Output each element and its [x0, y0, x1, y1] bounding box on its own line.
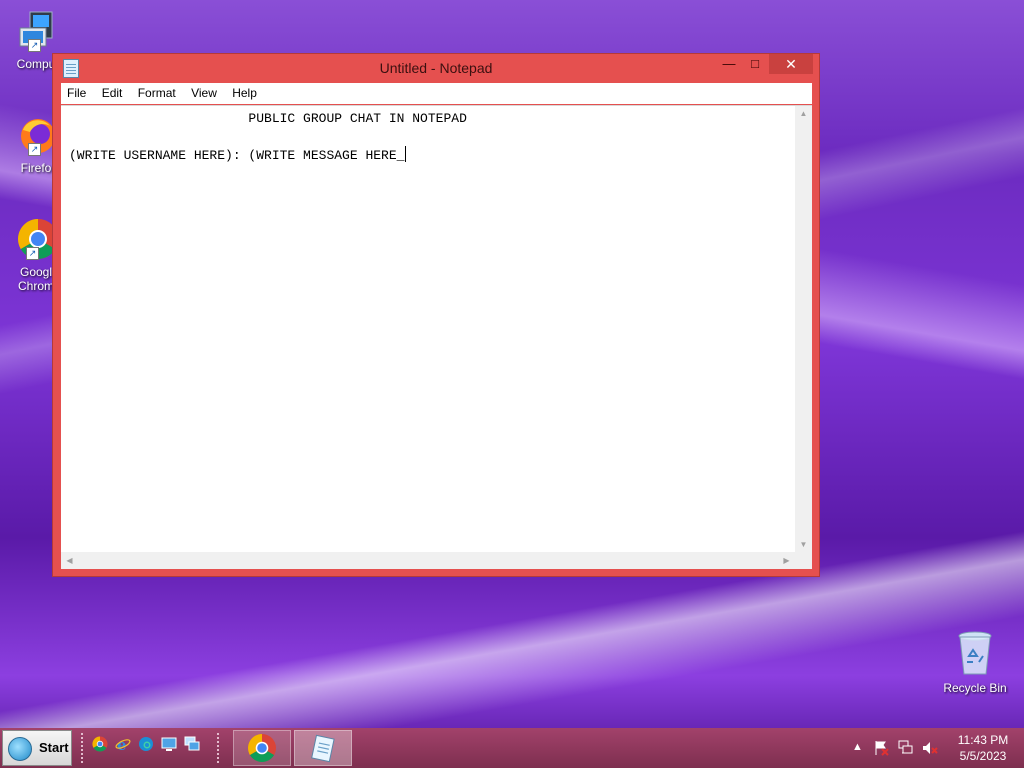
menu-help[interactable]: Help	[226, 83, 263, 100]
show-desktop-icon[interactable]	[161, 736, 177, 752]
volume-muted-icon[interactable]	[922, 740, 938, 756]
shortcut-arrow-icon: ↗	[28, 143, 41, 156]
window-title: Untitled - Notepad	[379, 60, 493, 76]
firefox-icon: ↗	[16, 114, 56, 158]
text-line: (WRITE USERNAME HERE): (WRITE MESSAGE HE…	[69, 148, 405, 163]
desktop-icon-label: Firefo	[20, 161, 52, 175]
start-orb-icon	[8, 737, 32, 761]
taskbar-button-notepad[interactable]	[294, 730, 352, 766]
scroll-left-icon[interactable]: ◀	[61, 556, 78, 565]
internet-explorer-icon[interactable]: e	[115, 736, 131, 752]
recycle-bin-icon	[955, 630, 995, 678]
toolbar-grip[interactable]	[80, 732, 84, 764]
text-line	[69, 128, 467, 146]
maximize-button[interactable]: □	[742, 54, 768, 74]
scrollbar-corner	[795, 552, 812, 569]
menu-edit[interactable]: Edit	[96, 83, 129, 100]
horizontal-scrollbar[interactable]: ◀ ▶	[61, 552, 795, 569]
shortcut-arrow-icon: ↗	[28, 39, 41, 52]
desktop-icon-label: Compu	[16, 57, 56, 71]
minimize-button[interactable]: —	[716, 54, 742, 74]
scroll-down-icon[interactable]: ▼	[795, 540, 812, 549]
switch-windows-icon[interactable]	[184, 736, 200, 752]
action-center-icon[interactable]	[873, 740, 889, 756]
taskbar: Start e ▲ 11:43 PM 5/5/2023	[0, 728, 1024, 768]
menu-view[interactable]: View	[185, 83, 223, 100]
vertical-scrollbar[interactable]: ▲ ▼	[795, 106, 812, 552]
scroll-right-icon[interactable]: ▶	[778, 556, 795, 565]
shortcut-arrow-icon: ↗	[26, 247, 39, 260]
clock[interactable]: 11:43 PM 5/5/2023	[950, 732, 1016, 764]
close-button[interactable]: ✕	[769, 54, 813, 74]
start-label: Start	[39, 740, 69, 755]
notepad-icon	[311, 734, 335, 763]
computer-icon: ↗	[16, 10, 56, 54]
toolbar-grip[interactable]	[216, 732, 220, 764]
desktop-icon-recycle-bin[interactable]: Recycle Bin	[940, 630, 1010, 695]
text-caret	[405, 146, 407, 162]
menu-file[interactable]: File	[61, 83, 92, 100]
edge-icon[interactable]	[138, 736, 154, 752]
desktop-icon-label: Recycle Bin	[943, 681, 1007, 695]
text-line-with-caret: (WRITE USERNAME HERE): (WRITE MESSAGE HE…	[69, 146, 467, 165]
taskbar-button-chrome[interactable]	[233, 730, 291, 766]
title-bar[interactable]: Untitled - Notepad — □ ✕	[53, 54, 819, 82]
scroll-up-icon[interactable]: ▲	[795, 109, 812, 118]
chrome-icon	[248, 734, 276, 762]
text-editor[interactable]: PUBLIC GROUP CHAT IN NOTEPAD (WRITE USER…	[61, 105, 812, 569]
chrome-icon[interactable]	[92, 736, 108, 752]
notepad-window[interactable]: Untitled - Notepad — □ ✕ File Edit Forma…	[52, 53, 820, 577]
menu-format[interactable]: Format	[132, 83, 182, 100]
clock-time: 11:43 PM	[957, 733, 1009, 747]
show-hidden-icons-button[interactable]: ▲	[852, 741, 863, 753]
editor-text[interactable]: PUBLIC GROUP CHAT IN NOTEPAD (WRITE USER…	[69, 110, 467, 165]
start-button[interactable]: Start	[2, 730, 72, 766]
text-line: PUBLIC GROUP CHAT IN NOTEPAD	[69, 111, 467, 126]
clock-date: 5/5/2023	[959, 749, 1007, 763]
network-icon[interactable]	[898, 740, 914, 756]
menu-bar: File Edit Format View Help	[61, 83, 812, 104]
